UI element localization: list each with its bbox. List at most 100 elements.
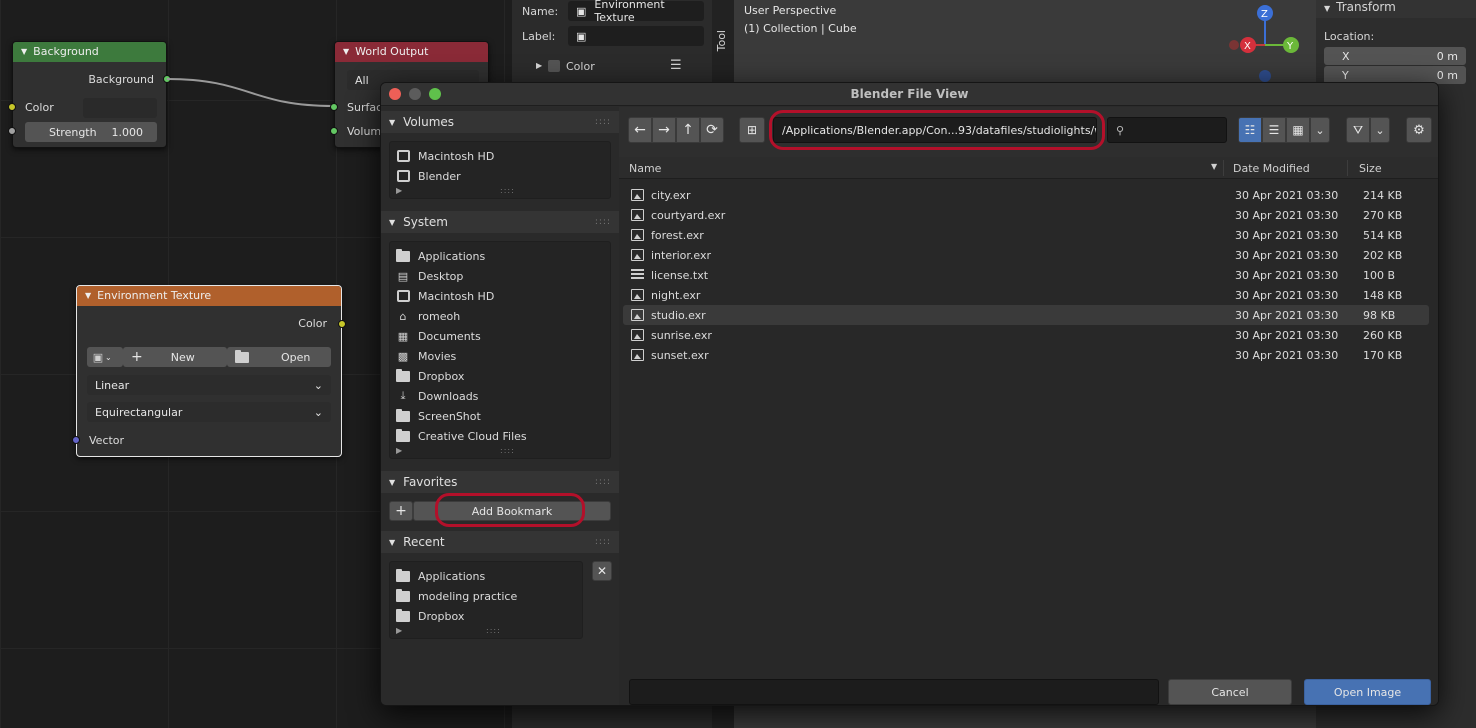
list-expander[interactable]: ▶:::: bbox=[390, 626, 582, 638]
filter-toggle-button[interactable]: ⛛ bbox=[1346, 117, 1370, 143]
collapse-triangle-icon[interactable]: ▼ bbox=[343, 42, 349, 62]
thumbnail-view-button[interactable]: ▦ bbox=[1286, 117, 1310, 143]
list-item[interactable]: ▤ Desktop bbox=[390, 266, 610, 286]
display-settings-dropdown[interactable]: ⌄ bbox=[1310, 117, 1330, 143]
open-image-button[interactable]: Open bbox=[227, 347, 331, 367]
drag-grip-icon[interactable]: :::: bbox=[595, 117, 611, 127]
label-field[interactable]: ▣ bbox=[568, 26, 704, 46]
new-image-button[interactable]: + New bbox=[123, 347, 227, 367]
forward-button[interactable]: → bbox=[652, 117, 676, 143]
location-x-field[interactable]: X 0 m bbox=[1324, 47, 1466, 65]
filter-settings-dropdown[interactable]: ⌄ bbox=[1370, 117, 1390, 143]
drag-grip-icon[interactable]: :::: bbox=[595, 537, 611, 547]
column-divider[interactable] bbox=[1347, 160, 1348, 176]
volume-input-socket[interactable] bbox=[330, 127, 338, 135]
add-bookmark-plus-button[interactable]: + bbox=[389, 501, 413, 521]
world-output-header[interactable]: ▼ World Output bbox=[335, 42, 488, 62]
favorites-header[interactable]: ▼ Favorites :::: bbox=[381, 471, 619, 493]
table-row[interactable]: sunrise.exr 30 Apr 2021 03:30 260 KB bbox=[623, 325, 1429, 345]
name-field[interactable]: ▣ Environment Texture bbox=[568, 0, 704, 24]
filename-input[interactable] bbox=[629, 679, 1159, 705]
parent-directory-button[interactable]: ↑ bbox=[676, 117, 700, 143]
list-item[interactable]: Macintosh HD bbox=[390, 286, 610, 306]
list-item[interactable]: Dropbox bbox=[390, 606, 582, 626]
list-item[interactable]: ▩ Movies bbox=[390, 346, 610, 366]
list-item[interactable]: ⌂ romeoh bbox=[390, 306, 610, 326]
new-folder-icon: ⊞ bbox=[746, 123, 758, 137]
axis-z-label: Z bbox=[1261, 9, 1268, 20]
file-browser-dialog[interactable]: Blender File View ▼ Volumes :::: Macinto… bbox=[380, 82, 1439, 706]
recent-header[interactable]: ▼ Recent :::: bbox=[381, 531, 619, 553]
column-name-header[interactable]: Name bbox=[629, 162, 661, 175]
tab-tool[interactable]: Tool bbox=[715, 30, 728, 51]
film-icon: ▩ bbox=[397, 349, 409, 363]
drag-grip-icon[interactable]: :::: bbox=[595, 477, 611, 487]
expand-triangle-icon[interactable]: ▶ bbox=[536, 61, 542, 70]
vector-input-socket[interactable] bbox=[72, 436, 80, 444]
list-item[interactable]: modeling practice bbox=[390, 586, 582, 606]
text-file-icon bbox=[631, 269, 644, 281]
open-image-button[interactable]: Open Image bbox=[1304, 679, 1431, 705]
open-image-label: Open Image bbox=[1333, 685, 1402, 699]
surface-input-socket[interactable] bbox=[330, 103, 338, 111]
table-row[interactable]: night.exr 30 Apr 2021 03:30 148 KB bbox=[623, 285, 1429, 305]
color-checkbox[interactable] bbox=[548, 60, 560, 72]
table-row[interactable]: studio.exr 30 Apr 2021 03:30 98 KB bbox=[623, 305, 1429, 325]
new-folder-button[interactable]: ⊞ bbox=[739, 117, 765, 143]
transform-title: Transform bbox=[1336, 0, 1396, 14]
list-item[interactable]: Blender bbox=[390, 166, 610, 186]
system-header[interactable]: ▼ System :::: bbox=[381, 211, 619, 233]
list-expander[interactable]: ▶:::: bbox=[390, 446, 610, 458]
table-row[interactable]: interior.exr 30 Apr 2021 03:30 202 KB bbox=[623, 245, 1429, 265]
table-row[interactable]: courtyard.exr 30 Apr 2021 03:30 270 KB bbox=[623, 205, 1429, 225]
folder-icon bbox=[396, 428, 410, 442]
axis-x-label: X bbox=[1244, 41, 1251, 52]
table-row[interactable]: city.exr 30 Apr 2021 03:30 214 KB bbox=[623, 185, 1429, 205]
projection-dropdown[interactable]: Equirectangular ⌄ bbox=[87, 402, 331, 422]
list-item[interactable]: Creative Cloud Files bbox=[390, 426, 610, 446]
column-date-header[interactable]: Date Modified bbox=[1233, 162, 1310, 175]
interpolation-dropdown[interactable]: Linear ⌄ bbox=[87, 375, 331, 395]
back-button[interactable]: ← bbox=[628, 117, 652, 143]
list-expander[interactable]: ▶:::: bbox=[390, 186, 610, 198]
list-icon[interactable]: ☰ bbox=[670, 58, 682, 73]
system-item-label: romeoh bbox=[418, 309, 461, 323]
table-row[interactable]: forest.exr 30 Apr 2021 03:30 514 KB bbox=[623, 225, 1429, 245]
dialog-titlebar[interactable]: Blender File View bbox=[381, 83, 1438, 106]
env-texture-header[interactable]: ▼ Environment Texture bbox=[77, 286, 341, 306]
list-item[interactable]: ScreenShot bbox=[390, 406, 610, 426]
image-browse-button[interactable]: ▣ ⌄ bbox=[87, 347, 123, 367]
settings-button[interactable]: ⚙ bbox=[1406, 117, 1432, 143]
table-row[interactable]: sunset.exr 30 Apr 2021 03:30 170 KB bbox=[623, 345, 1429, 365]
horizontal-list-view-button[interactable]: ☰ bbox=[1262, 117, 1286, 143]
list-item[interactable]: ▦ Documents bbox=[390, 326, 610, 346]
list-item[interactable]: Macintosh HD bbox=[390, 146, 610, 166]
cancel-button[interactable]: Cancel bbox=[1168, 679, 1292, 705]
color-output-socket[interactable] bbox=[338, 320, 346, 328]
file-date: 30 Apr 2021 03:30 bbox=[1235, 189, 1339, 202]
search-input[interactable]: ⚲ bbox=[1107, 117, 1227, 143]
collapse-triangle-icon[interactable]: ▼ bbox=[85, 286, 91, 306]
environment-texture-node[interactable]: ▼ Environment Texture Color ▣ ⌄ + New Ope… bbox=[72, 285, 346, 457]
collapse-triangle-icon[interactable]: ▼ bbox=[1324, 4, 1330, 13]
refresh-button[interactable]: ⟳ bbox=[700, 117, 724, 143]
file-size: 214 KB bbox=[1363, 189, 1403, 202]
list-item[interactable]: Applications bbox=[390, 246, 610, 266]
column-divider[interactable] bbox=[1223, 160, 1224, 176]
column-size-header[interactable]: Size bbox=[1359, 162, 1382, 175]
list-item[interactable]: Dropbox bbox=[390, 366, 610, 386]
system-item-label: Downloads bbox=[418, 389, 479, 403]
close-window-button[interactable] bbox=[389, 88, 401, 100]
columns-view-icon: ☰ bbox=[1268, 123, 1280, 137]
navigation-gizmo[interactable]: Z X Y bbox=[1224, 4, 1314, 84]
list-item[interactable]: ⤓ Downloads bbox=[390, 386, 610, 406]
volumes-header[interactable]: ▼ Volumes :::: bbox=[381, 111, 619, 133]
zoom-window-button[interactable] bbox=[429, 88, 441, 100]
minimize-window-button[interactable] bbox=[409, 88, 421, 100]
transform-header[interactable]: ▼ Transform bbox=[1316, 0, 1476, 18]
table-row[interactable]: license.txt 30 Apr 2021 03:30 100 B bbox=[623, 265, 1429, 285]
drag-grip-icon[interactable]: :::: bbox=[595, 217, 611, 227]
vertical-list-view-button[interactable]: ☷ bbox=[1238, 117, 1262, 143]
clear-recent-button[interactable]: ✕ bbox=[592, 561, 612, 581]
list-item[interactable]: Applications bbox=[390, 566, 582, 586]
